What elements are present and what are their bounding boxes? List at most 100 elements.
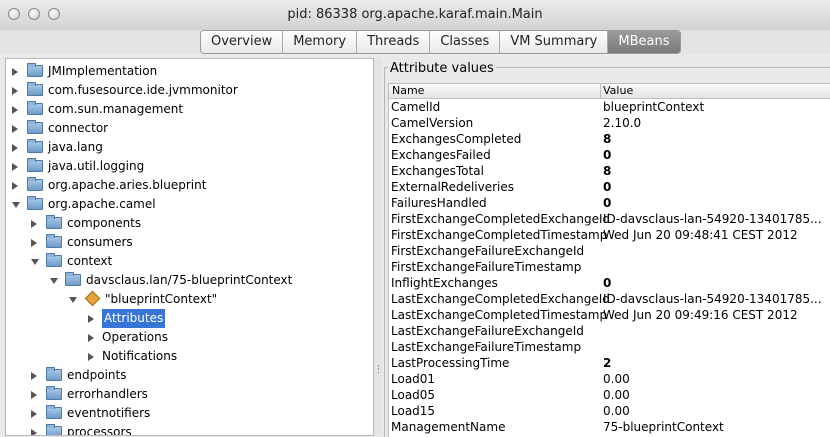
tree-item[interactable]: JMImplementation (6, 62, 366, 81)
collapse-triangle-icon[interactable] (12, 202, 20, 208)
column-header-value[interactable]: Value (600, 84, 633, 98)
table-row[interactable]: LastProcessingTime 2 (389, 355, 830, 371)
tree-item[interactable]: context (6, 252, 366, 271)
tree-item[interactable]: "blueprintContext" (6, 290, 366, 309)
tree-item[interactable]: com.sun.management (6, 100, 366, 119)
table-row[interactable]: FirstExchangeFailureTimestamp (389, 259, 830, 275)
expand-triangle-icon[interactable] (31, 429, 37, 435)
tree-item[interactable]: davsclaus.lan/75-blueprintContext (6, 271, 366, 290)
split-pane-divider[interactable] (374, 58, 382, 436)
expand-triangle-icon[interactable] (31, 220, 37, 228)
tree-item[interactable]: processors (6, 423, 366, 435)
table-row[interactable]: FirstExchangeFailureExchangeId (389, 243, 830, 259)
table-row[interactable]: InflightExchanges 0 (389, 275, 830, 291)
folder-icon (46, 424, 62, 435)
attribute-name: LastExchangeFailureExchangeId (391, 324, 584, 338)
expand-triangle-icon[interactable] (12, 68, 18, 76)
table-row[interactable]: ExternalRedeliveries 0 (389, 179, 830, 195)
attribute-value: 0.00 (603, 404, 630, 418)
table-row[interactable]: FirstExchangeCompletedExchangeId ID-davsc… (389, 211, 830, 227)
title-bar: pid: 86338 org.apache.karaf.main.Main (0, 0, 830, 31)
table-row[interactable]: FirstExchangeCompletedTimestamp Wed Jun 2… (389, 227, 830, 243)
column-header-name[interactable]: Name (389, 84, 424, 98)
folder-icon (27, 101, 43, 115)
folder-icon (27, 82, 43, 96)
tree-item[interactable]: com.fusesource.ide.jvmmonitor (6, 81, 366, 100)
expand-triangle-icon[interactable] (88, 334, 94, 342)
tree-item-label: davsclaus.lan/75-blueprintContext (86, 273, 293, 287)
tree-item-label: org.apache.camel (48, 197, 156, 211)
expand-triangle-icon[interactable] (12, 106, 18, 114)
table-row[interactable]: ManagementName 75-blueprintContext (389, 419, 830, 435)
tree-item-label: "blueprintContext" (105, 292, 218, 306)
tree-item-label: consumers (67, 235, 133, 249)
tree-item[interactable]: org.apache.camel (6, 195, 366, 214)
table-row[interactable]: ExchangesTotal 8 (389, 163, 830, 179)
expand-triangle-icon[interactable] (88, 315, 94, 323)
expand-triangle-icon[interactable] (31, 391, 37, 399)
table-row[interactable]: LastExchangeCompletedExchangeId ID-davscl… (389, 291, 830, 307)
attribute-value: blueprintContext (603, 100, 705, 114)
attribute-table[interactable]: Name Value CamelId blueprintContext CamelV… (388, 83, 830, 437)
attribute-name: ExternalRedeliveries (391, 180, 515, 194)
attribute-name: CamelId (391, 100, 441, 114)
expand-triangle-icon[interactable] (31, 410, 37, 418)
window-title: pid: 86338 org.apache.karaf.main.Main (287, 7, 543, 22)
tree-item[interactable]: endpoints (6, 366, 366, 385)
table-row[interactable]: FailuresHandled 0 (389, 195, 830, 211)
attribute-name: ExchangesCompleted (391, 132, 522, 146)
expand-triangle-icon[interactable] (12, 144, 18, 152)
expand-triangle-icon[interactable] (12, 87, 18, 95)
table-row[interactable]: ExchangesFailed 0 (389, 147, 830, 163)
table-row[interactable]: CamelId blueprintContext (389, 99, 830, 115)
table-row[interactable]: LastExchangeFailureTimestamp (389, 339, 830, 355)
tree-item[interactable]: eventnotifiers (6, 404, 366, 423)
table-row[interactable]: Load05 0.00 (389, 387, 830, 403)
tab-mbeans[interactable]: MBeans (608, 31, 680, 53)
expand-triangle-icon[interactable] (31, 372, 37, 380)
table-row[interactable]: Load15 0.00 (389, 403, 830, 419)
expand-triangle-icon[interactable] (12, 163, 18, 171)
tab-classes[interactable]: Classes (430, 31, 501, 53)
tree-item[interactable]: consumers (6, 233, 366, 252)
tree-item[interactable]: components (6, 214, 366, 233)
tree-item[interactable]: errorhandlers (6, 385, 366, 404)
collapse-triangle-icon[interactable] (69, 297, 77, 303)
collapse-triangle-icon[interactable] (31, 259, 39, 265)
tab-threads[interactable]: Threads (357, 31, 431, 53)
table-row[interactable]: ExchangesCompleted 8 (389, 131, 830, 147)
tree-item[interactable]: java.lang (6, 138, 366, 157)
attribute-value: 0 (603, 180, 612, 194)
tab-group: Overview Memory Threads Classes VM Summary MB… (200, 30, 681, 54)
folder-icon (27, 177, 43, 191)
table-row[interactable]: LastExchangeCompletedTimestamp Wed Jun 20… (389, 307, 830, 323)
attribute-value: Wed Jun 20 09:48:41 CEST 2012 (603, 228, 798, 242)
mbean-tree[interactable]: JMImplementation com.fusesource.ide.jvmmo… (5, 58, 374, 436)
attribute-name: Load15 (391, 404, 436, 418)
folder-icon (27, 63, 43, 77)
attribute-name: LastExchangeCompletedTimestamp (391, 308, 608, 322)
attribute-name: FirstExchangeFailureTimestamp (391, 260, 582, 274)
attribute-value: 2 (603, 356, 612, 370)
tab-memory[interactable]: Memory (283, 31, 358, 53)
tree-item-label: java.lang (48, 140, 103, 154)
table-row[interactable]: Load01 0.00 (389, 371, 830, 387)
tab-vm-summary[interactable]: VM Summary (500, 31, 609, 53)
tree-item[interactable]: Notifications (6, 347, 366, 366)
expand-triangle-icon[interactable] (12, 182, 18, 190)
tree-item[interactable]: org.apache.aries.blueprint (6, 176, 366, 195)
tree-item-label: Attributes (102, 309, 166, 328)
table-row[interactable]: LastExchangeFailureExchangeId (389, 323, 830, 339)
expand-triangle-icon[interactable] (31, 239, 37, 247)
attribute-name: FirstExchangeCompletedTimestamp (391, 228, 608, 242)
collapse-triangle-icon[interactable] (50, 278, 58, 284)
tree-item[interactable]: java.util.logging (6, 157, 366, 176)
expand-triangle-icon[interactable] (88, 353, 94, 361)
tree-item-label: JMImplementation (48, 64, 158, 78)
tree-item[interactable]: Attributes (6, 309, 366, 328)
tree-item[interactable]: connector (6, 119, 366, 138)
expand-triangle-icon[interactable] (12, 125, 18, 133)
tab-overview[interactable]: Overview (201, 31, 284, 53)
table-row[interactable]: CamelVersion 2.10.0 (389, 115, 830, 131)
tree-item[interactable]: Operations (6, 328, 366, 347)
